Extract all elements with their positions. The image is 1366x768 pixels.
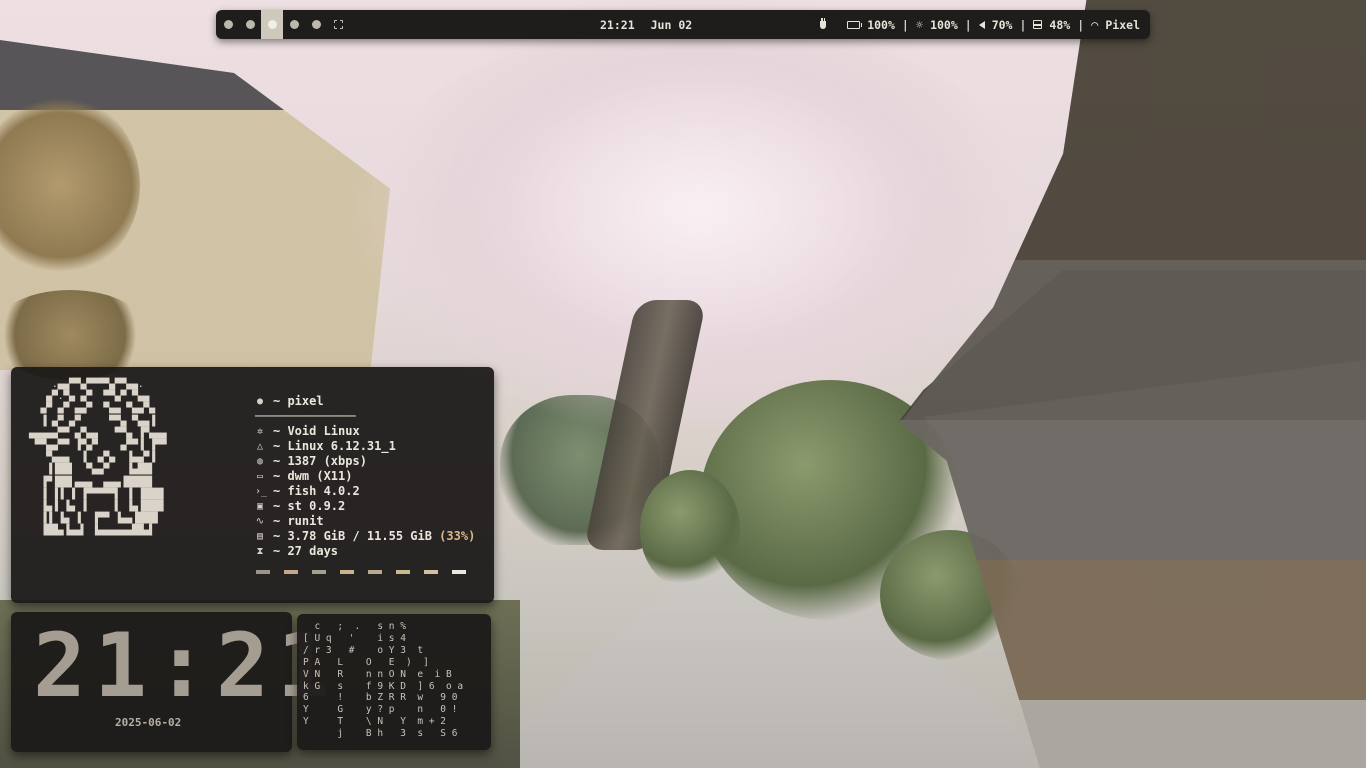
workspace-2[interactable] [239, 10, 261, 39]
volume-icon[interactable] [978, 20, 985, 29]
clock-time: 21:21 [33, 614, 338, 717]
circle-icon [267, 20, 277, 29]
terminal-icon: ›_ [255, 486, 268, 497]
hourglass-icon: ⧗ [256, 546, 264, 557]
workspace-5[interactable] [305, 10, 327, 39]
clock-date: 2025-06-02 [115, 716, 182, 729]
disk-usage: 48% [1049, 17, 1071, 32]
system-info-list: ● ~ pixel ──────────────── ✲ ~ Void Linu… [255, 394, 475, 559]
info-memory-value: ~ 3.78 GiB / 11.55 GiB [273, 529, 440, 543]
workspace-4[interactable] [283, 10, 305, 39]
info-memory-percent: (33%) [439, 529, 476, 543]
color-swatch [396, 570, 410, 574]
window-icon: ▭ [256, 471, 264, 482]
info-row-user: ● ~ pixel [255, 394, 475, 409]
memory-icon: ▤ [256, 531, 264, 542]
bar-date: Jun 02 [650, 17, 693, 32]
wifi-icon[interactable]: ◠ [1091, 18, 1098, 32]
bar-status-modules: 100% | ☼ 100% | 70% | 48% | ◠ Pixel [820, 10, 1140, 39]
init-icon: ∿ [255, 516, 265, 527]
status-bar: 21:21 Jun 02 100% | ☼ 100% | 70% | 48% |… [216, 10, 1150, 39]
color-swatch [424, 570, 438, 574]
disk-icon [1033, 20, 1043, 29]
workspace-1[interactable] [217, 10, 239, 39]
battery-icon [847, 20, 863, 29]
wallpaper-bush [640, 470, 740, 590]
bar-clock: 21:21 Jun 02 [600, 10, 692, 39]
info-terminal: ~ st 0.9.2 [273, 499, 346, 513]
separator: | [1077, 17, 1085, 32]
terminal-app-icon: ▣ [256, 501, 264, 512]
separator: | [901, 17, 909, 32]
penguin-icon: △ [256, 441, 264, 452]
plug-icon [820, 17, 827, 29]
matrix-rain-text: c ; . s n % [ U q ' i s 4 / r 3 # o Y 3 … [303, 621, 464, 740]
info-row-packages: ◍ ~ 1387 (xbps) [255, 454, 475, 469]
info-shell: ~ fish 4.0.2 [273, 484, 360, 498]
info-row-memory: ▤ ~ 3.78 GiB / 11.55 GiB (33%) [255, 529, 475, 544]
color-swatch [452, 570, 466, 574]
system-info-panel: .▄▄▀▀▄▀▀▀▀▄▀▀▄▄. ▄▀.▀▄ ▄▀ ▀▀▄▀ ▀▄▄ ▄▀ ▄▀… [11, 367, 494, 603]
gear-icon: ✲ [256, 426, 264, 437]
battery-level: 100% [867, 17, 895, 32]
color-swatch [256, 570, 270, 574]
circle-icon [311, 20, 321, 29]
info-kernel: ~ Linux 6.12.31_1 [273, 439, 396, 453]
bar-time: 21:21 [600, 17, 635, 32]
color-swatch [368, 570, 382, 574]
volume-level: 70% [991, 17, 1013, 32]
clock-widget: 21:21 2025-06-02 [11, 612, 330, 752]
info-row-wm: ▭ ~ dwm (X11) [255, 469, 475, 484]
circle-icon [223, 20, 233, 29]
fullscreen-icon [333, 20, 343, 29]
info-row-init: ∿ ~ runit [255, 514, 475, 529]
separator: | [964, 17, 972, 32]
user-icon: ● [256, 396, 264, 407]
info-wm: ~ dwm (X11) [273, 469, 353, 483]
info-row-terminal: ▣ ~ st 0.9.2 [255, 499, 475, 514]
info-packages: ~ 1387 (xbps) [273, 454, 367, 468]
info-user: ~ pixel [273, 394, 324, 408]
info-row-kernel: △ ~ Linux 6.12.31_1 [255, 439, 475, 454]
info-memory: ~ 3.78 GiB / 11.55 GiB (33%) [273, 529, 475, 544]
circle-icon [245, 20, 255, 29]
color-swatch [284, 570, 298, 574]
info-init: ~ runit [273, 514, 324, 528]
separator: | [1019, 17, 1027, 32]
color-swatch [340, 570, 354, 574]
layout-indicator[interactable] [327, 10, 349, 39]
info-underline: ──────────────── [255, 409, 356, 423]
info-os: ~ Void Linux [273, 424, 360, 438]
brightness-level: 100% [930, 17, 958, 32]
circle-icon [289, 20, 299, 29]
color-swatch [312, 570, 326, 574]
workspace-list [216, 10, 349, 39]
brightness-icon: ☼ [915, 17, 924, 32]
package-icon: ◍ [256, 456, 264, 467]
matrix-terminal[interactable]: c ; . s n % [ U q ' i s 4 / r 3 # o Y 3 … [297, 614, 491, 750]
info-row-shell: ›_ ~ fish 4.0.2 [255, 484, 475, 499]
workspace-3[interactable] [261, 10, 283, 39]
info-uptime: ~ 27 days [273, 544, 339, 558]
info-row-uptime: ⧗ ~ 27 days [255, 544, 475, 559]
ascii-art-logo: .▄▄▀▀▄▀▀▀▀▄▀▀▄▄. ▄▀.▀▄ ▄▀ ▀▀▄▀ ▀▄▄ ▄▀ ▄▀… [29, 379, 167, 537]
network-name: Pixel [1105, 17, 1140, 32]
color-palette [256, 570, 466, 574]
info-row-os: ✲ ~ Void Linux [255, 424, 475, 439]
